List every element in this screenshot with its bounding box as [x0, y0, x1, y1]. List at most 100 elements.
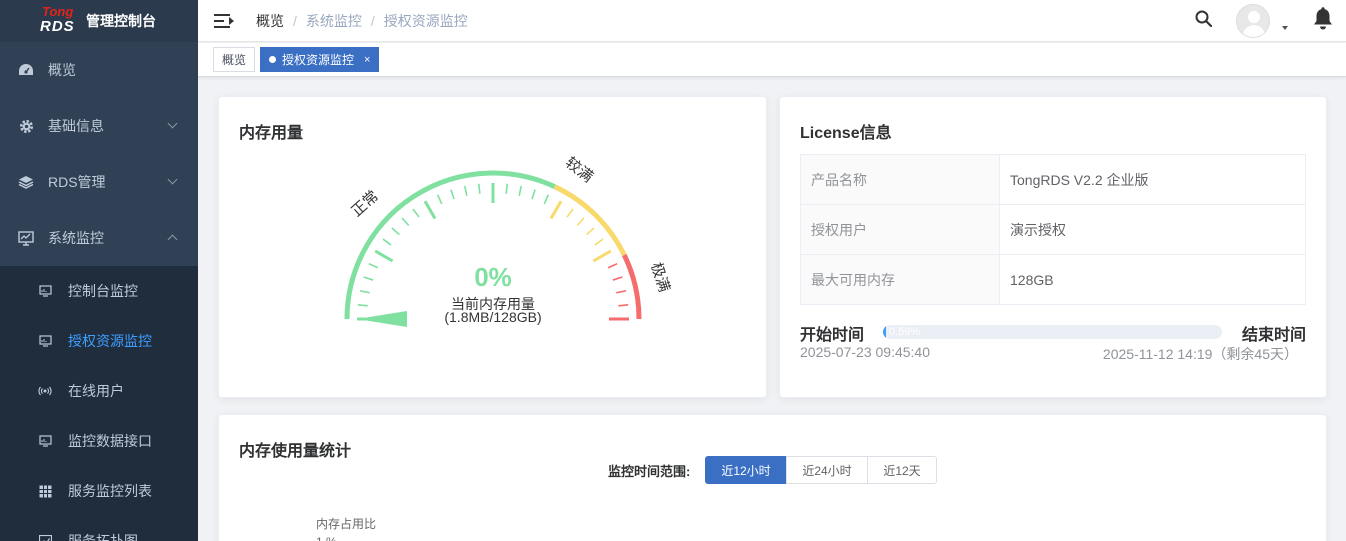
gauge-tick: [412, 208, 420, 218]
search-icon[interactable]: [1195, 10, 1213, 32]
app-title: 管理控制台: [86, 13, 156, 29]
range-12d-button[interactable]: 近12天: [867, 456, 937, 484]
progress-fill: [883, 325, 886, 339]
chart-icon: [38, 534, 52, 541]
gauge-tick: [549, 200, 563, 220]
gauge-label-full: 较满: [562, 153, 597, 186]
breadcrumb-separator: /: [293, 12, 297, 29]
memory-stats-card: 内存使用量统计 监控时间范围: 近12小时 近24小时 近12天 内存占用比 1…: [218, 414, 1327, 541]
caret-down-icon[interactable]: [1282, 26, 1288, 30]
bell-icon[interactable]: [1312, 6, 1334, 36]
gauge-tick: [436, 194, 443, 205]
sidebar-item-overview[interactable]: 概览: [0, 42, 198, 98]
sidebar-item-label: 服务监控列表: [68, 483, 152, 499]
gauge-tick: [450, 189, 455, 200]
table-row: 产品名称 TongRDS V2.2 企业版: [800, 154, 1306, 205]
breadcrumb: 概览 / 系统监控 / 授权资源监控: [256, 11, 468, 31]
range-24h-button[interactable]: 近24小时: [786, 456, 868, 484]
sidebar-item-console-monitor[interactable]: 控制台监控: [0, 266, 198, 316]
breadcrumb-system-monitor: 系统监控: [305, 12, 362, 29]
breadcrumb-separator: /: [370, 12, 375, 29]
sidebar-item-label: 授权资源监控: [68, 333, 152, 349]
close-icon[interactable]: ×: [364, 54, 370, 66]
grid-icon: [38, 484, 52, 498]
logo-tong-text: Tong: [42, 4, 74, 19]
logo[interactable]: Tong RDS 管理控制台: [0, 0, 198, 42]
gauge-percent: 0%: [474, 262, 512, 292]
gauge-tick: [423, 200, 437, 220]
hamburger-menu-icon[interactable]: [214, 13, 234, 28]
sidebar-item-online-users[interactable]: 在线用户: [0, 366, 198, 416]
logo-rds-text: RDS: [40, 18, 75, 35]
sidebar-item-rds-management[interactable]: RDS管理: [0, 154, 198, 210]
chart-y-axis-title: 内存占用比: [316, 517, 377, 531]
gauge-tick: [566, 208, 574, 218]
time-range-label: 监控时间范围:: [608, 464, 691, 479]
sidebar-item-label: 基础信息: [48, 118, 104, 134]
breadcrumb-overview[interactable]: 概览: [256, 11, 284, 31]
table-value: 128GB: [999, 254, 1306, 305]
sidebar-item-service-monitor-list[interactable]: 服务监控列表: [0, 466, 198, 516]
gauge-tick: [576, 217, 585, 226]
table-value: 演示授权: [999, 204, 1306, 255]
chevron-down-icon: [167, 118, 178, 129]
memory-gauge: 正常较满极满: [344, 153, 674, 327]
sidebar-item-monitor-data-api[interactable]: 监控数据接口: [0, 416, 198, 466]
license-info-card: License信息 产品名称 TongRDS V2.2 企业版 授权用户 演示授…: [779, 96, 1327, 398]
table-key: 最大可用内存: [800, 254, 1000, 305]
card-title: License信息: [800, 125, 892, 142]
license-table: 产品名称 TongRDS V2.2 企业版 授权用户 演示授权 最大可用内存 1…: [800, 154, 1306, 305]
tag-label: 授权资源监控: [282, 53, 355, 67]
gear-icon: [18, 118, 34, 134]
time-range-selector: 近12小时 近24小时 近12天: [705, 456, 937, 484]
range-12h-button[interactable]: 近12小时: [705, 456, 787, 484]
sidebar-item-license-monitor[interactable]: 授权资源监控: [0, 316, 198, 366]
sidebar-item-system-monitor[interactable]: 系统监控: [0, 210, 198, 266]
license-progress-bar: 0.59%: [883, 325, 1222, 339]
end-time-value: 2025-11-12 14:19（剩余45天）: [1102, 346, 1298, 362]
chevron-down-icon: [167, 174, 178, 185]
gauge-tick: [505, 183, 509, 194]
gauge-tick: [586, 227, 595, 236]
active-dot-icon: [269, 56, 276, 63]
system-monitor-submenu: 控制台监控 授权资源监控 在线用户 监控数据接口 服务监控列表 服务拓扑图: [0, 266, 198, 541]
gauge-tick: [401, 217, 410, 226]
gauge-label-normal: 正常: [348, 187, 382, 220]
gauge-tick: [463, 185, 468, 196]
sidebar-item-label: 监控数据接口: [68, 433, 152, 449]
gauge-tick: [594, 238, 604, 246]
table-key: 授权用户: [800, 204, 1000, 255]
sidebar-item-label: 概览: [48, 62, 76, 78]
gauge-tick: [374, 249, 394, 263]
tag-label: 概览: [222, 53, 247, 67]
chevron-up-icon: [167, 234, 178, 245]
tag-overview[interactable]: 概览: [213, 47, 256, 72]
user-avatar[interactable]: [1236, 4, 1270, 38]
sidebar-item-basic-info[interactable]: 基础信息: [0, 98, 198, 154]
table-key: 产品名称: [800, 154, 1000, 205]
monitor-icon: [38, 434, 52, 448]
table-value: TongRDS V2.2 企业版: [999, 154, 1306, 205]
gauge-tick: [531, 189, 536, 200]
sidebar-item-label: 系统监控: [48, 230, 104, 246]
sidebar: Tong RDS 管理控制台 概览 基础信息 RDS管理 系统监控 控制台监控 …: [0, 0, 198, 541]
sidebar-item-label: 在线用户: [68, 383, 124, 399]
end-time-label: 结束时间: [1241, 327, 1306, 344]
monitor-icon: [18, 230, 34, 246]
gauge-detail: (1.8MB/128GB): [444, 309, 542, 325]
sidebar-item-service-topology[interactable]: 服务拓扑图: [0, 516, 198, 541]
top-navbar: 概览 / 系统监控 / 授权资源监控: [198, 0, 1346, 42]
gauge-tick: [391, 227, 400, 236]
layers-icon: [18, 174, 34, 190]
progress-text: 0.59%: [889, 326, 921, 338]
tongrds-logo: Tong RDS: [40, 5, 76, 37]
broadcast-icon: [38, 384, 52, 398]
tags-view-bar: 概览 授权资源监控 ×: [198, 43, 1346, 77]
table-row: 授权用户 演示授权: [800, 204, 1306, 255]
start-time-label: 开始时间: [800, 327, 865, 344]
tag-license-monitor[interactable]: 授权资源监控 ×: [260, 47, 380, 72]
chart-y-tick: 1 %: [316, 535, 337, 541]
gauge-arc-full: [553, 184, 627, 257]
dashboard-icon: [18, 62, 34, 78]
gauge-tick: [382, 238, 392, 246]
